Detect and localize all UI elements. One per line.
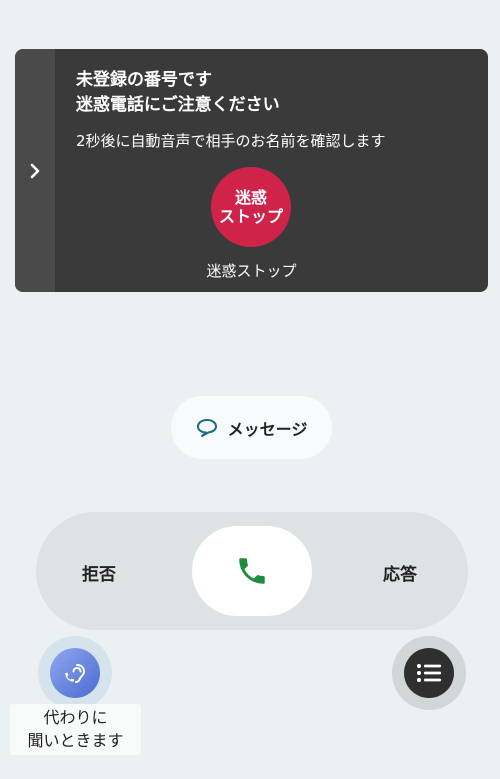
unknown-number-card: 未登録の番号です 迷惑電話にご注意ください 2秒後に自動音声で相手のお名前を確認… <box>15 49 488 292</box>
decline-button[interactable]: 拒否 <box>82 560 116 585</box>
listen-for-me-button[interactable] <box>38 636 112 710</box>
chevron-right-icon <box>30 163 40 178</box>
warning-subtitle: 2秒後に自動音声で相手のお名前を確認します <box>76 132 386 150</box>
message-button[interactable]: メッセージ <box>171 396 332 459</box>
spam-stop-label: 迷惑ストップ <box>206 262 297 280</box>
phone-slider-button[interactable] <box>192 526 312 616</box>
menu-button[interactable] <box>392 636 466 710</box>
listen-for-me-label: 代わりに 聞いときます <box>10 704 141 755</box>
message-label: メッセージ <box>227 419 308 439</box>
list-icon <box>417 664 441 682</box>
expand-button[interactable] <box>15 49 55 292</box>
listen-for-me-circle[interactable] <box>50 648 100 698</box>
warning-title: 未登録の番号です 迷惑電話にご注意ください <box>76 70 280 115</box>
spam-stop-button[interactable]: 迷惑 ストップ <box>211 167 291 247</box>
ear-phone-icon <box>65 664 86 683</box>
speech-bubble-icon <box>196 418 217 437</box>
answer-button[interactable]: 応答 <box>383 560 417 585</box>
phone-icon <box>239 558 265 584</box>
menu-circle[interactable] <box>404 648 454 698</box>
call-action-bar: 拒否 応答 <box>36 512 468 630</box>
